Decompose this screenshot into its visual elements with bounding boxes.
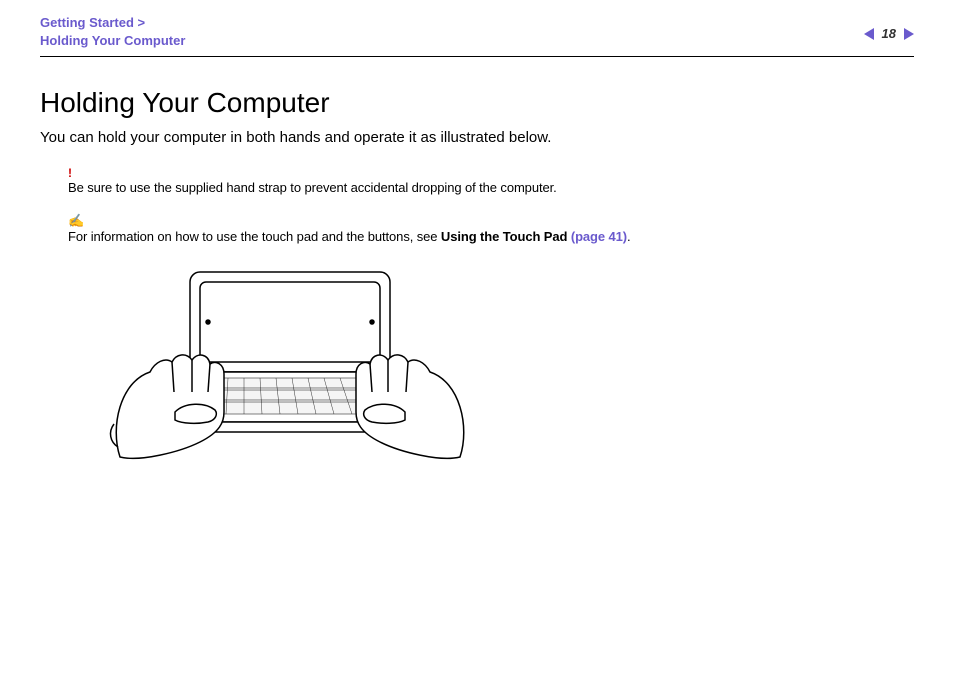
breadcrumb-line2: Holding Your Computer — [40, 32, 185, 50]
tip-text-after: . — [627, 229, 631, 244]
holding-illustration — [80, 262, 500, 462]
intro-text: You can hold your computer in both hands… — [40, 129, 914, 146]
tip-bold: Using the Touch Pad — [441, 229, 571, 244]
prev-page-icon[interactable] — [864, 28, 874, 40]
breadcrumb-line1: Getting Started > — [40, 14, 185, 32]
warning-icon: ! — [68, 166, 914, 180]
page-ref-link[interactable]: (page 41) — [571, 229, 627, 244]
page-content: Holding Your Computer You can hold your … — [0, 57, 954, 462]
tip-note: ✍ For information on how to use the touc… — [68, 213, 914, 244]
warning-text: Be sure to use the supplied hand strap t… — [68, 180, 557, 195]
warning-note: ! Be sure to use the supplied hand strap… — [68, 166, 914, 195]
page-number: 18 — [880, 26, 898, 41]
tip-text-before: For information on how to use the touch … — [68, 229, 441, 244]
next-page-icon[interactable] — [904, 28, 914, 40]
pencil-icon: ✍ — [68, 213, 914, 229]
tip-text: For information on how to use the touch … — [68, 229, 631, 244]
breadcrumb: Getting Started > Holding Your Computer — [40, 14, 185, 50]
page-title: Holding Your Computer — [40, 87, 914, 119]
page-navigator: 18 — [864, 26, 914, 41]
